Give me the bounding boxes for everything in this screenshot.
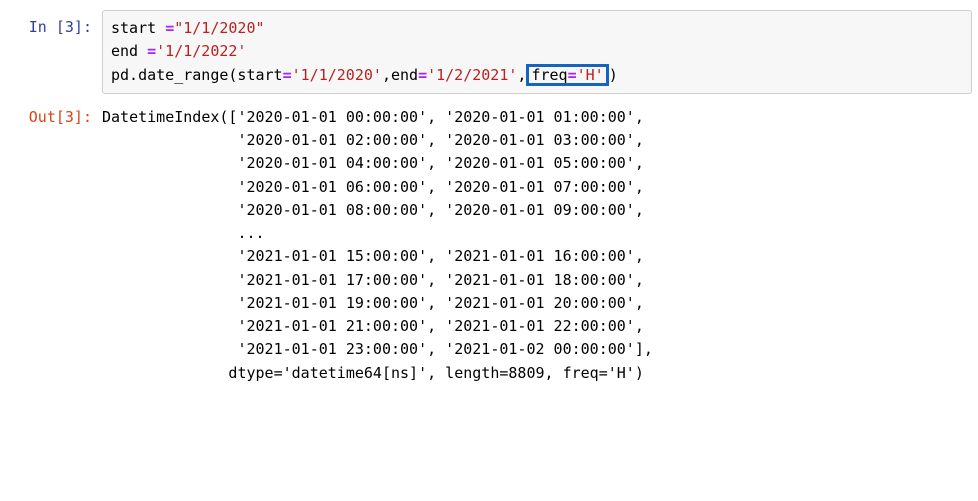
- output-line: '2021-01-01 23:00:00', '2021-01-02 00:00…: [102, 340, 653, 358]
- code-token-eq: =: [568, 66, 577, 84]
- freq-argument-highlight: freq='H': [526, 64, 608, 87]
- output-line: '2021-01-01 17:00:00', '2021-01-01 18:00…: [102, 271, 644, 289]
- code-token-var: start: [111, 19, 165, 37]
- notebook-cell-area: In [3]: start ="1/1/2020" end ='1/1/2022…: [0, 0, 978, 407]
- code-token-kw: freq: [531, 66, 567, 84]
- output-line: dtype='datetime64[ns]', length=8809, fre…: [102, 364, 644, 382]
- code-input-area[interactable]: start ="1/1/2020" end ='1/1/2022' pd.dat…: [102, 10, 972, 94]
- code-line-3: pd.date_range(start='1/1/2020',end='1/2/…: [111, 66, 618, 84]
- output-line: '2020-01-01 04:00:00', '2020-01-01 05:00…: [102, 154, 644, 172]
- code-token-str: "1/1/2020": [174, 19, 264, 37]
- code-line-1: start ="1/1/2020": [111, 19, 265, 37]
- code-token-str: 'H': [577, 66, 604, 84]
- code-token-eq: =: [283, 66, 292, 84]
- code-token-kw: ,end: [382, 66, 418, 84]
- output-line: '2021-01-01 21:00:00', '2021-01-01 22:00…: [102, 317, 644, 335]
- input-prompt: In [3]:: [6, 10, 102, 45]
- output-line: '2020-01-01 02:00:00', '2020-01-01 03:00…: [102, 131, 644, 149]
- output-line: '2021-01-01 15:00:00', '2021-01-01 16:00…: [102, 247, 644, 265]
- output-prompt: Out[3]:: [6, 100, 102, 135]
- code-token-eq: =: [165, 19, 174, 37]
- code-token-str: '1/1/2020': [292, 66, 382, 84]
- output-cell: Out[3]: DatetimeIndex(['2020-01-01 00:00…: [6, 100, 972, 391]
- code-output-area: DatetimeIndex(['2020-01-01 00:00:00', '2…: [102, 100, 972, 391]
- code-token-eq: =: [418, 66, 427, 84]
- code-token-comma: ,: [517, 66, 526, 84]
- code-token-var: end: [111, 42, 147, 60]
- code-token-str: '1/2/2021': [427, 66, 517, 84]
- output-line: '2021-01-01 19:00:00', '2021-01-01 20:00…: [102, 294, 644, 312]
- code-token-close: ): [609, 66, 618, 84]
- code-token-str: '1/1/2022': [156, 42, 246, 60]
- output-line: '2020-01-01 06:00:00', '2020-01-01 07:00…: [102, 178, 644, 196]
- code-token-call: pd.date_range(start: [111, 66, 283, 84]
- output-line: '2020-01-01 08:00:00', '2020-01-01 09:00…: [102, 201, 644, 219]
- input-cell: In [3]: start ="1/1/2020" end ='1/1/2022…: [6, 10, 972, 94]
- code-token-eq: =: [147, 42, 156, 60]
- output-line: ...: [102, 224, 265, 242]
- output-line: DatetimeIndex(['2020-01-01 00:00:00', '2…: [102, 108, 644, 126]
- code-line-2: end ='1/1/2022': [111, 42, 246, 60]
